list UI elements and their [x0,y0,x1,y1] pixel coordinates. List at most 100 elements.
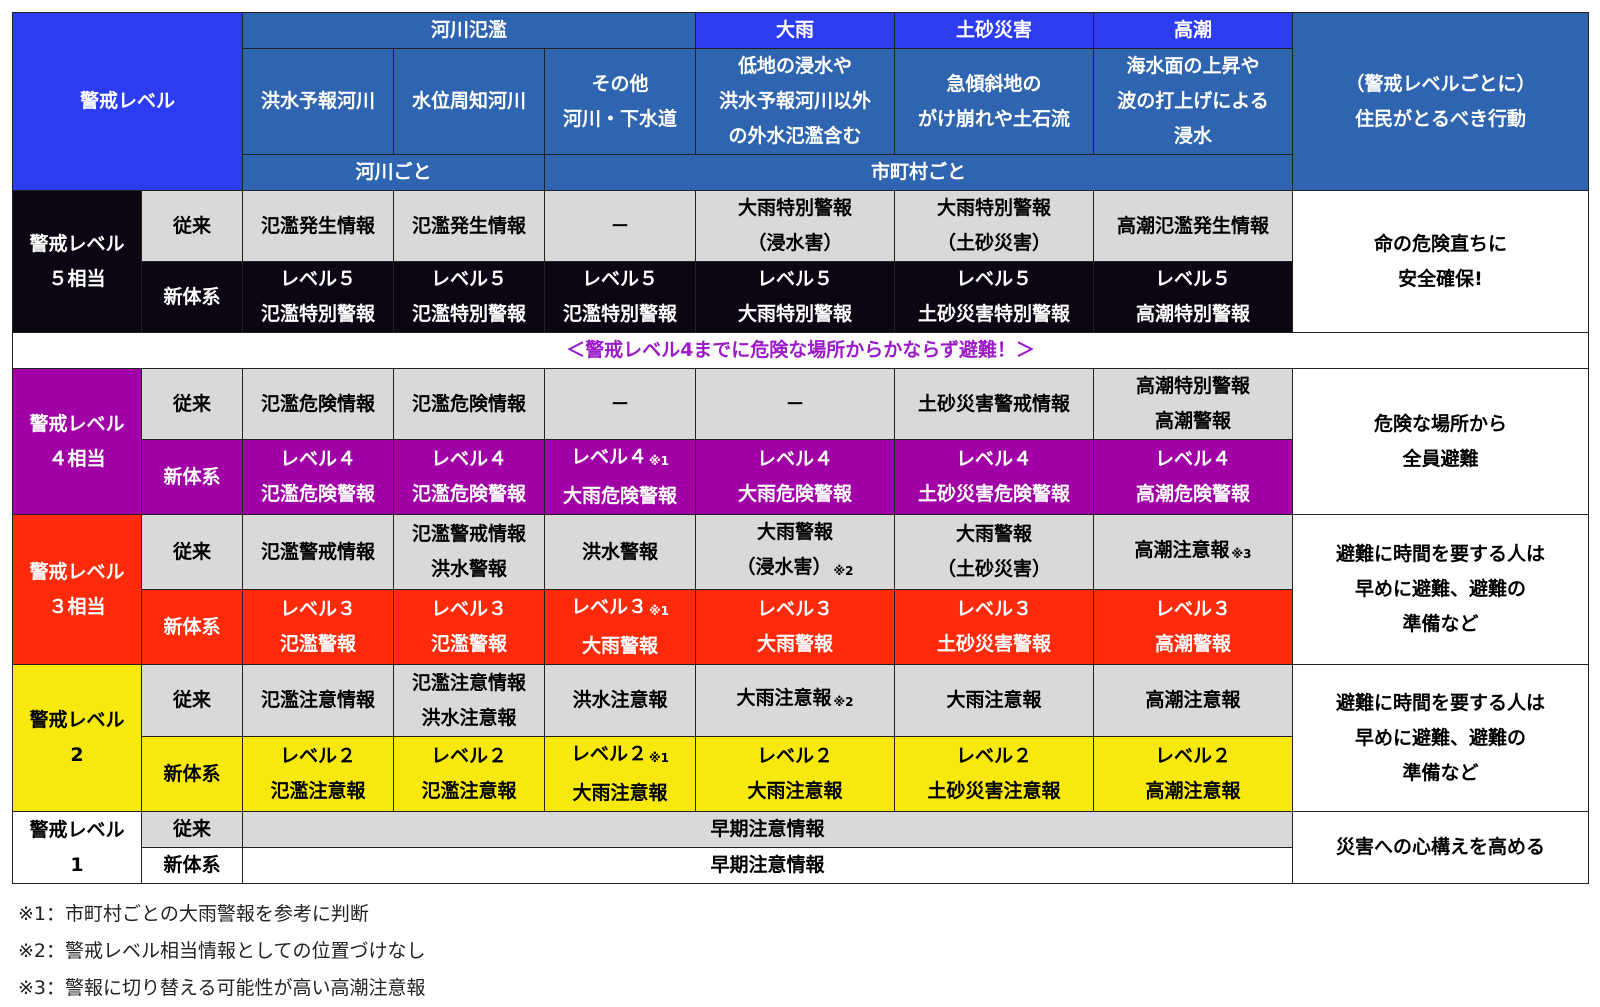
level5-old-cell: 高潮氾濫発生情報 [1093,190,1294,262]
level5-new-cell: レベル５ 土砂災害特別警報 [894,261,1095,333]
level1-action: 災害への心構えを高める [1292,811,1590,884]
level3-action-line3: 準備など [1402,613,1479,635]
level5-action-line1: 命の危険直ちに [1374,232,1508,255]
level2-old-cell: 大雨注意報 [894,664,1095,737]
level1-old-cell: 早期注意情報 [242,811,1294,848]
level5-label: 警戒レベル ５相当 [12,190,142,333]
footnote-marker: ※2 [833,564,854,578]
header-action: （警戒レベルごとに） 住民がとるべき行動 [1292,12,1590,191]
level5-old-cell: 大雨特別警報 （土砂災害） [894,190,1095,262]
level4-label-line2: ４相当 [48,447,106,470]
header-other-line2: 河川・下水道 [563,107,678,130]
level2-new-cell: レベル２ 氾濫注意報 [393,736,546,812]
level2-old-cell: 大雨注意報 ※2 [695,664,896,737]
level2-action-line2: 早めに避難、避難の [1355,726,1527,749]
level1-label-line1: 警戒レベル [29,818,125,841]
level5-new-cell: レベル５ 大雨特別警報 [695,261,896,333]
level3-old-cell: 高潮注意報 ※3 [1093,514,1294,590]
level2-new-cell: レベル２ ※1 大雨注意報 [544,736,697,812]
level3-action: 避難に時間を要する人は 早めに避難、避難の 準備など [1292,514,1590,665]
header-storm-surge: 高潮 [1093,12,1294,49]
level2-label: 警戒レベル 2 [12,664,142,812]
level4-new-cell: レベル４ ※1 大雨危険警報 [544,439,697,515]
footnote-marker: ※1 [649,604,670,618]
header-surge-line1: 海水面の上昇や [1126,55,1260,77]
level3-new-label: 新体系 [140,589,244,665]
header-surge-line2: 波の打上げによる [1117,90,1269,112]
level3-action-line1: 避難に時間を要する人は [1336,543,1546,565]
header-rain-line2: 洪水予報河川以外 [719,90,872,112]
header-rain-line1: 低地の浸水や [738,55,853,77]
level3-action-line2: 早めに避難、避難の [1355,578,1527,600]
level4-new-cell: レベル４ 大雨危険警報 [695,439,896,515]
level2-old-cell: 高潮注意報 [1093,664,1294,737]
level4-old-cell: 高潮特別警報 高潮警報 [1093,368,1294,440]
footnote-marker: ※3 [1231,546,1252,561]
header-heavy-rain: 大雨 [695,12,896,49]
level3-old-cell: 洪水警報 [544,514,697,590]
header-other-rivers: その他 河川・下水道 [544,48,697,155]
footnotes: ※1：市町村ごとの大雨警報を参考に判断 ※2：警戒レベル相当情報としての位置づけ… [18,896,425,1007]
footnote-2: ※2：警戒レベル相当情報としての位置づけなし [18,940,426,962]
level4-old-label: 従来 [140,368,244,440]
level3-old-cell: 氾濫警戒情報 [242,514,395,590]
level5-new-cell: レベル５ 氾濫特別警報 [242,261,395,333]
level5-old-cell: 氾濫発生情報 [242,190,395,262]
level5-old-label: 従来 [140,190,244,262]
level2-action-line3: 準備など [1402,761,1479,784]
header-water-level-river: 水位周知河川 [393,48,546,155]
level4-label: 警戒レベル ４相当 [12,368,142,515]
level5-label-line2: ５相当 [48,267,106,290]
header-action-line1: （警戒レベルごとに） [1345,72,1536,95]
level5-label-line1: 警戒レベル [29,232,125,255]
header-level-label: 警戒レベル [11,12,244,191]
level4-new-label: 新体系 [140,439,244,515]
level5-old-cell: － [544,190,697,262]
level4-old-cell: － [544,368,697,440]
level3-new-cell: レベル３ 氾濫警報 [242,589,395,665]
level2-old-cell: 氾濫注意情報 洪水注意報 [393,664,546,737]
footnote-3: ※3：警報に切り替える可能性が高い高潮注意報 [18,977,426,999]
level2-action-line1: 避難に時間を要する人は [1336,691,1546,714]
level5-new-label: 新体系 [140,261,244,333]
header-action-line2: 住民がとるべき行動 [1355,107,1527,130]
header-per-municipality: 市町村ごと [544,154,1294,191]
level3-new-cell: レベル３ 土砂災害警報 [894,589,1095,665]
level3-label: 警戒レベル ３相当 [12,514,142,665]
level2-new-cell: レベル２ 大雨注意報 [695,736,896,812]
level4-old-cell: － [695,368,896,440]
header-flood-forecast-river: 洪水予報河川 [242,48,395,155]
level2-new-cell: レベル２ 土砂災害注意報 [894,736,1095,812]
level1-old-label: 従来 [140,811,244,848]
level5-old-cell: 大雨特別警報 （浸水害） [695,190,896,262]
level2-new-cell: レベル２ 氾濫注意報 [242,736,395,812]
level2-new-cell: レベル２ 高潮注意報 [1093,736,1294,812]
header-river-flood: 河川氾濫 [242,12,697,49]
level1-label: 警戒レベル 1 [12,811,142,884]
level3-old-cell: 大雨警報 （土砂災害） [894,514,1095,590]
level3-old-cell: 大雨警報 （浸水害） ※2 [695,514,896,590]
level1-new-cell: 早期注意情報 [242,847,1294,884]
level4-old-cell: 氾濫危険情報 [393,368,546,440]
footnote-marker: ※1 [649,454,670,468]
header-slide-line2: がけ崩れや土石流 [918,107,1071,130]
level3-new-cell: レベル３ 大雨警報 [695,589,896,665]
level2-old-cell: 洪水注意報 [544,664,697,737]
level3-label-line2: ３相当 [48,595,106,618]
header-slide-desc: 急傾斜地の がけ崩れや土石流 [894,48,1095,155]
level4-action-line2: 全員避難 [1402,447,1479,470]
level5-action-line2: 安全確保! [1398,267,1483,290]
level2-old-label: 従来 [140,664,244,737]
level2-old-cell: 氾濫注意情報 [242,664,395,737]
level1-label-line2: 1 [70,853,84,876]
level5-old-cell: 氾濫発生情報 [393,190,546,262]
footnote-marker: ※1 [649,751,670,765]
level2-action: 避難に時間を要する人は 早めに避難、避難の 準備など [1292,664,1590,812]
evacuation-banner: ＜警戒レベル4までに危険な場所からかならず避難！＞ [11,332,1590,369]
level4-new-cell: レベル４ 土砂災害危険警報 [894,439,1095,515]
header-rain-desc: 低地の浸水や 洪水予報河川以外 の外水氾濫含む [695,48,896,155]
level3-old-cell: 氾濫警戒情報 洪水警報 [393,514,546,590]
level2-new-label: 新体系 [140,736,244,812]
level4-action-line1: 危険な場所から [1374,412,1508,435]
header-landslide: 土砂災害 [894,12,1095,49]
